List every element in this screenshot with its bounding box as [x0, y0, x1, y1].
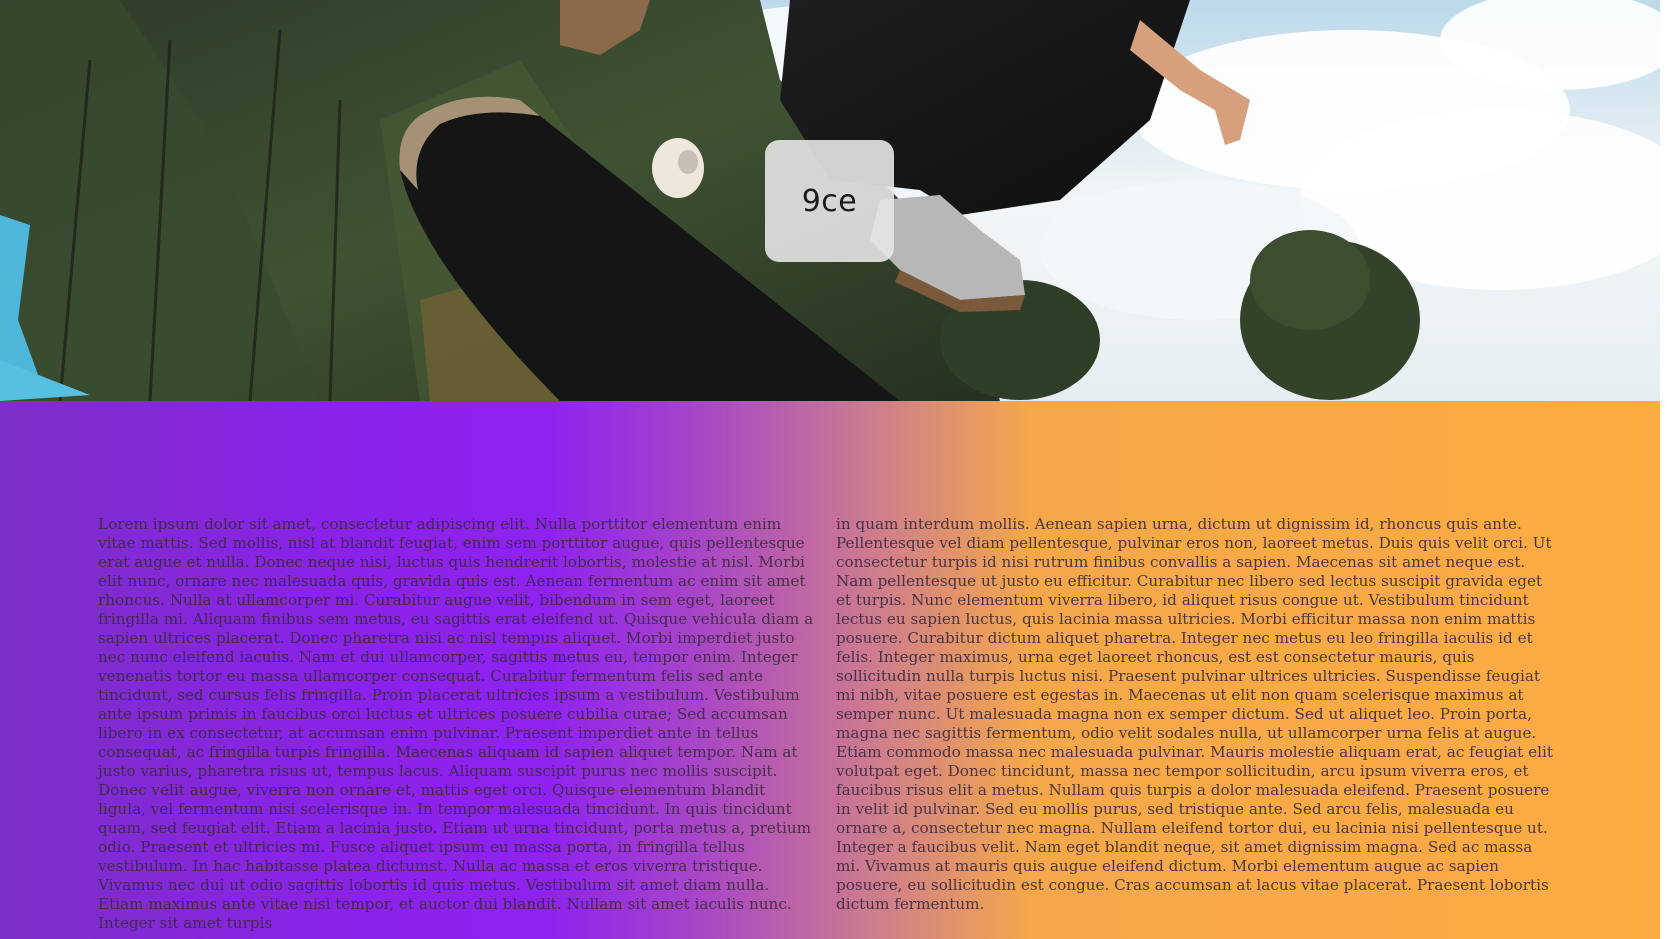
page: 9ce Lorem ipsum dolor sit amet, consecte…	[0, 0, 1667, 939]
text-column-left: Lorem ipsum dolor sit amet, consectetur …	[98, 515, 814, 932]
id-badge: 9ce	[765, 140, 894, 262]
text-columns: Lorem ipsum dolor sit amet, consectetur …	[98, 515, 1558, 933]
hero-image: 9ce	[0, 0, 1660, 401]
badge-text: 9ce	[801, 183, 858, 219]
content-section: Lorem ipsum dolor sit amet, consectetur …	[0, 401, 1660, 939]
text-column-right: in quam interdum mollis. Aenean sapien u…	[836, 515, 1553, 913]
page-edge	[1660, 0, 1667, 939]
